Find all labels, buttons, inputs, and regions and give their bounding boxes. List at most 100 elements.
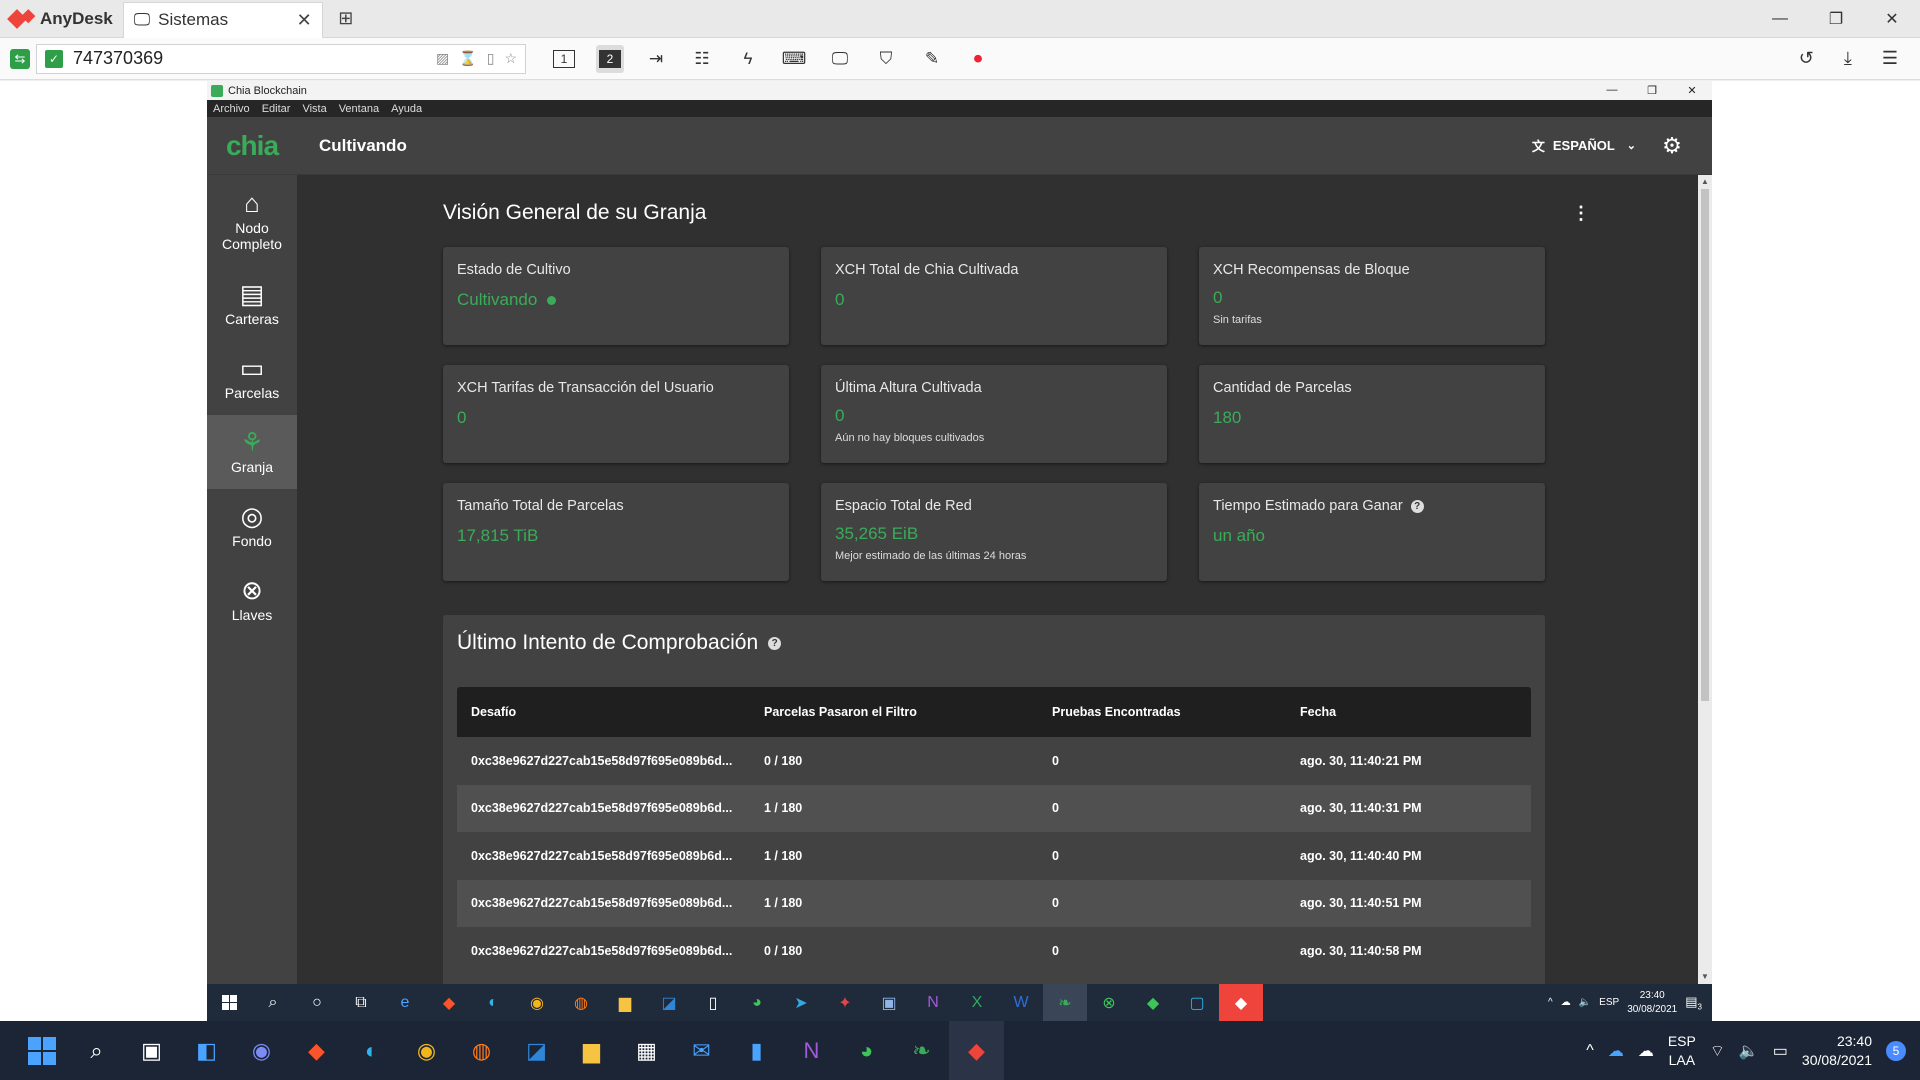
wifi-icon[interactable]: ⌔ bbox=[1710, 1041, 1725, 1061]
remote-cortana-icon[interactable]: ○ bbox=[295, 984, 339, 1021]
close-tab-icon[interactable]: ✕ bbox=[297, 10, 312, 31]
mail-icon[interactable]: ✉ bbox=[674, 1021, 729, 1080]
remote-app-icon[interactable]: ✦ bbox=[823, 984, 867, 1021]
chat-icon[interactable]: ☷ bbox=[688, 45, 716, 73]
remote-explorer-icon[interactable]: ▆ bbox=[603, 984, 647, 1021]
remote-start-icon[interactable] bbox=[207, 984, 251, 1021]
input-language[interactable]: ESP LAA bbox=[1668, 1032, 1696, 1070]
whatsapp-icon[interactable]: ◕ bbox=[839, 1021, 894, 1080]
onedrive-icon[interactable]: ☁ bbox=[1608, 1041, 1624, 1061]
remote-telegram-icon[interactable]: ➤ bbox=[779, 984, 823, 1021]
outlook-icon[interactable]: ◪ bbox=[509, 1021, 564, 1080]
chia-close-icon[interactable]: ✕ bbox=[1672, 84, 1712, 97]
remote-search-icon[interactable]: ⌕ bbox=[251, 984, 295, 1021]
scrollbar-thumb[interactable] bbox=[1701, 189, 1709, 701]
sidebar-item-fondo[interactable]: ◎ Fondo bbox=[207, 489, 297, 563]
remote-brave-icon[interactable]: ◆ bbox=[427, 984, 471, 1021]
remote-anydesk-icon[interactable]: ◆ bbox=[1219, 984, 1263, 1021]
notification-badge[interactable]: 5 bbox=[1886, 1040, 1906, 1061]
widgets-icon[interactable]: ◧ bbox=[179, 1021, 234, 1080]
firefox-icon[interactable]: ◍ bbox=[454, 1021, 509, 1080]
remote-chrome-icon[interactable]: ◉ bbox=[515, 984, 559, 1021]
sidebar-item-llaves[interactable]: ⊗ Llaves bbox=[207, 563, 297, 637]
remote-whatsapp-icon[interactable]: ◕ bbox=[735, 984, 779, 1021]
remote-ie-icon[interactable]: e bbox=[383, 984, 427, 1021]
battery-icon[interactable]: ▭ bbox=[1773, 1041, 1788, 1061]
download-icon[interactable]: ⤓ bbox=[1844, 48, 1852, 69]
edge-icon[interactable]: ◐ bbox=[344, 1021, 399, 1080]
brave-icon[interactable]: ◆ bbox=[289, 1021, 344, 1080]
remote-notification-icon[interactable]: ▤3 bbox=[1685, 994, 1702, 1012]
store-icon[interactable]: ▦ bbox=[619, 1021, 674, 1080]
help-icon[interactable]: ? bbox=[768, 636, 782, 650]
address-field[interactable]: ✓ 747370369 ▨ ⌛ ▯ ☆ bbox=[36, 43, 526, 74]
display-icon[interactable]: 🖵 bbox=[826, 45, 854, 73]
remote-clock[interactable]: 23:40 30/08/2021 bbox=[1627, 989, 1677, 1017]
actions-icon[interactable]: ϟ bbox=[734, 45, 762, 73]
language-selector[interactable]: 文 ESPAÑOL ⌄ bbox=[1532, 136, 1636, 155]
remote-app3-icon[interactable]: ▢ bbox=[1175, 984, 1219, 1021]
remote-speaker-icon[interactable]: 🔈 bbox=[1579, 997, 1591, 1008]
remote-tray-chevron-icon[interactable]: ^ bbox=[1548, 997, 1553, 1008]
remote-firefox-icon[interactable]: ◍ bbox=[559, 984, 603, 1021]
new-tab-icon[interactable]: ⊞ bbox=[331, 4, 361, 34]
remote-outlook-icon[interactable]: ◪ bbox=[647, 984, 691, 1021]
onenote-icon[interactable]: N bbox=[784, 1021, 839, 1080]
chia-icon[interactable]: ❧ bbox=[894, 1021, 949, 1080]
file-explorer-icon[interactable]: ▆ bbox=[564, 1021, 619, 1080]
scrollbar[interactable]: ▲ ▼ bbox=[1698, 175, 1712, 984]
close-icon[interactable]: ✕ bbox=[1864, 0, 1920, 38]
draw-icon[interactable]: ✎ bbox=[918, 45, 946, 73]
menu-archivo[interactable]: Archivo bbox=[213, 103, 250, 115]
remote-onenote-icon[interactable]: N bbox=[911, 984, 955, 1021]
hourglass-icon[interactable]: ⌛ bbox=[459, 50, 476, 67]
remote-taskview-icon[interactable]: ⧉ bbox=[339, 984, 383, 1021]
hide-icon[interactable]: ▨ bbox=[436, 50, 449, 67]
local-clock[interactable]: 23:40 30/08/2021 bbox=[1802, 1032, 1872, 1070]
menu-editar[interactable]: Editar bbox=[262, 103, 291, 115]
remote-desktop[interactable]: Chia Blockchain — ❐ ✕ Archivo Editar Vis… bbox=[0, 81, 1920, 1021]
remote-network-icon[interactable]: ▣ bbox=[867, 984, 911, 1021]
restore-icon[interactable]: ❐ bbox=[1808, 0, 1864, 38]
remote-xbox-icon[interactable]: ⊗ bbox=[1087, 984, 1131, 1021]
remote-edge-icon[interactable]: ◐ bbox=[471, 984, 515, 1021]
scroll-down-icon[interactable]: ▼ bbox=[1698, 970, 1712, 984]
onedrive-personal-icon[interactable]: ☁ bbox=[1638, 1041, 1654, 1061]
menu-vista[interactable]: Vista bbox=[302, 103, 326, 115]
sidebar-item-carteras[interactable]: ▤ Carteras bbox=[207, 267, 297, 341]
history-icon[interactable]: ↺ bbox=[1799, 48, 1814, 69]
chia-minimize-icon[interactable]: — bbox=[1592, 84, 1632, 97]
volume-icon[interactable]: 🔈 bbox=[1739, 1041, 1759, 1061]
monitor-2-button[interactable]: 2 bbox=[596, 44, 624, 73]
anydesk-session-tab[interactable]: 🖵 Sistemas ✕ bbox=[122, 1, 323, 38]
menu-ventana[interactable]: Ventana bbox=[339, 103, 379, 115]
remote-onedrive-icon[interactable]: ☁ bbox=[1561, 997, 1571, 1008]
more-options-icon[interactable]: ⋮ bbox=[1572, 203, 1590, 224]
start-icon[interactable] bbox=[14, 1021, 69, 1080]
minimize-icon[interactable]: — bbox=[1752, 0, 1808, 38]
menu-icon[interactable]: ☰ bbox=[1882, 48, 1898, 69]
gear-icon[interactable]: ⚙ bbox=[1652, 126, 1692, 166]
remote-app2-icon[interactable]: ◆ bbox=[1131, 984, 1175, 1021]
switch-sides-icon[interactable]: ⇥ bbox=[642, 45, 670, 73]
sidebar-item-parcelas[interactable]: ▭ Parcelas bbox=[207, 341, 297, 415]
scroll-up-icon[interactable]: ▲ bbox=[1698, 175, 1712, 189]
sidebar-item-nodo-completo[interactable]: ⌂ Nodo Completo bbox=[207, 175, 297, 267]
permissions-icon[interactable]: ⛉ bbox=[872, 45, 900, 73]
discord-icon[interactable]: ◉ bbox=[234, 1021, 289, 1080]
remote-lang[interactable]: ESP bbox=[1599, 997, 1619, 1008]
remote-word-icon[interactable]: W bbox=[999, 984, 1043, 1021]
remote-chia-icon[interactable]: ❧ bbox=[1043, 984, 1087, 1021]
tray-chevron-icon[interactable]: ^ bbox=[1586, 1042, 1594, 1060]
remote-excel-icon[interactable]: X bbox=[955, 984, 999, 1021]
remote-file-icon[interactable]: ▯ bbox=[691, 984, 735, 1021]
phone-icon[interactable]: ▮ bbox=[729, 1021, 784, 1080]
record-icon[interactable]: ⏺ bbox=[964, 45, 992, 73]
help-icon[interactable]: ? bbox=[1410, 499, 1424, 513]
monitor-1-button[interactable]: 1 bbox=[550, 45, 578, 73]
chia-restore-icon[interactable]: ❐ bbox=[1632, 84, 1672, 97]
sidebar-item-granja[interactable]: ⚘ Granja bbox=[207, 415, 297, 489]
keyboard-icon[interactable]: ⌨ bbox=[780, 45, 808, 73]
search-icon[interactable]: ⌕ bbox=[69, 1021, 124, 1080]
menu-ayuda[interactable]: Ayuda bbox=[391, 103, 422, 115]
